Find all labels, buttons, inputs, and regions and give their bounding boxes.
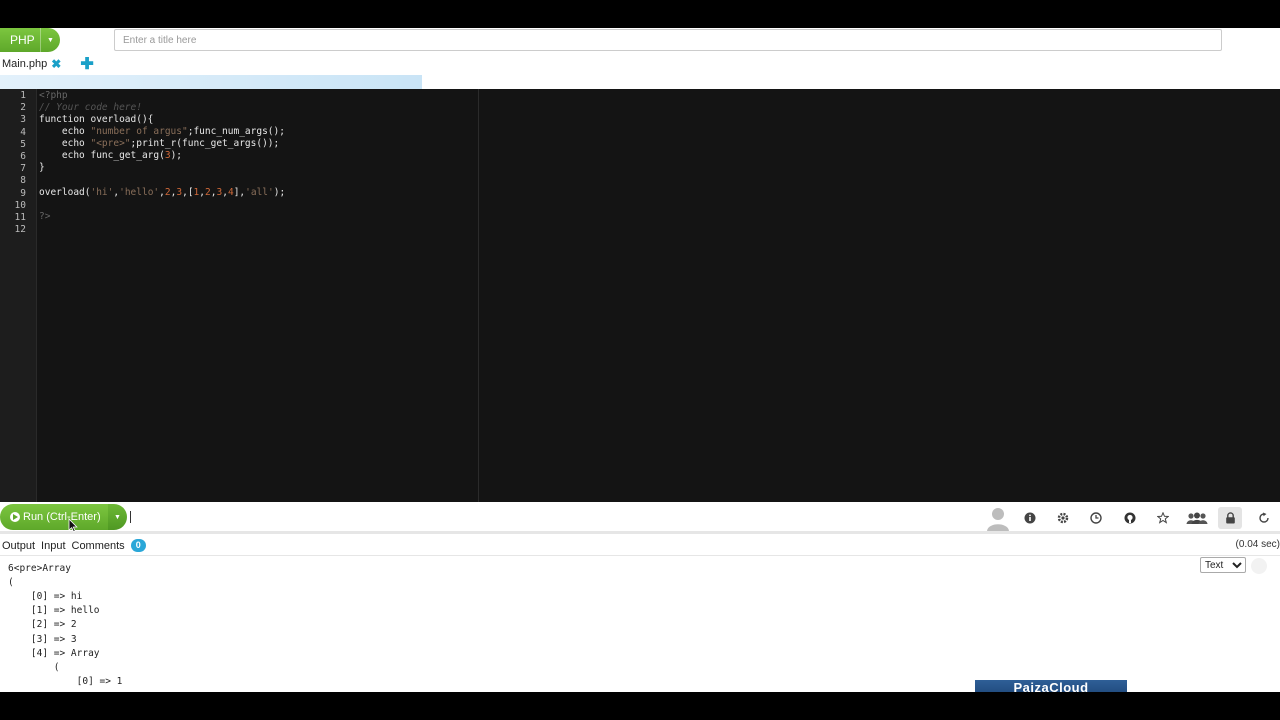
code-editor[interactable]: 1 2 3 4 5 6 7 8 9 10 11 12 <?php // Your code here!… (0, 89, 1280, 502)
star-icon[interactable] (1151, 507, 1175, 529)
file-tabs: Main.php ✖ ✚ (0, 55, 94, 73)
line-number: 11 (14, 212, 26, 223)
comments-count-badge: 0 (130, 539, 146, 552)
text-cursor (130, 511, 131, 523)
info-icon[interactable] (1018, 507, 1042, 529)
mouse-pointer-icon (68, 518, 78, 533)
output-line: ( (8, 662, 60, 673)
tab-output[interactable]: Output (2, 540, 35, 552)
language-select-button[interactable]: PHP ▼ (0, 28, 60, 52)
top-bar: PHP ▼ Main.php ✖ ✚ (0, 28, 1280, 75)
close-icon[interactable]: ✖ (51, 57, 61, 71)
users-icon[interactable] (1185, 507, 1209, 529)
code-line-9: overload('hi','hello',2,3,[1,2,3,4],'all… (39, 187, 286, 198)
github-icon[interactable] (1118, 507, 1142, 529)
line-number: 9 (20, 187, 26, 199)
output-line: [3] => 3 (8, 634, 77, 645)
line-number: 8 (20, 175, 26, 187)
tab-input[interactable]: Input (41, 540, 65, 552)
output-format-select[interactable]: Text (1200, 557, 1246, 573)
tab-main-php[interactable]: Main.php ✖ (0, 57, 61, 71)
code-line-4: echo "number of argus";func_num_args(); (39, 126, 285, 137)
run-button[interactable]: Run (Ctrl-Enter) (0, 504, 108, 530)
logo-text: PaizaCloud (1013, 680, 1089, 692)
clock-icon[interactable] (1084, 507, 1108, 529)
chevron-down-icon: ▼ (114, 513, 121, 521)
line-number: 5 (20, 138, 26, 150)
code-line-3: function overload(){ (39, 114, 154, 125)
print-margin (478, 89, 479, 502)
output-line: [0] => hi (8, 591, 83, 602)
output-line: [2] => 2 (8, 619, 77, 630)
add-file-icon[interactable]: ✚ (80, 54, 93, 74)
output-tabs: Output Input Comments 0 (0, 536, 1280, 556)
code-line-2: // Your code here! (39, 102, 142, 113)
paiza-io-window: PHP ▼ Main.php ✖ ✚ 123456789101112 <?php… (0, 28, 1280, 692)
execution-time: (0.04 sec) (1235, 539, 1280, 550)
output-line: [4] => Array (8, 648, 100, 659)
code-line-5: echo "<pre>";print_r(func_get_args()); (39, 138, 280, 149)
loading-bar-fill (0, 75, 423, 89)
code-line-6: echo func_get_arg(3); (39, 150, 183, 161)
language-label: PHP (10, 33, 35, 47)
output-line: [1] => hello (8, 605, 100, 616)
line-number: 6 (20, 151, 26, 162)
run-options-button[interactable]: ▼ (108, 504, 127, 530)
line-number-gutter: 1 2 3 4 5 6 7 8 9 10 11 12 (0, 89, 37, 502)
line-number: 2 (20, 102, 26, 114)
chevron-down-icon: ▼ (40, 28, 54, 52)
line-number: 10 (14, 199, 26, 211)
output-line: ( (8, 577, 14, 588)
line-number: 12 (14, 224, 26, 236)
code-line-7: } (39, 162, 45, 173)
run-button-label: Run (Ctrl-Enter) (23, 511, 101, 523)
tab-label: Main.php (2, 58, 48, 70)
output-options-button[interactable] (1251, 558, 1267, 574)
output-line: 6<pre>Array (8, 563, 71, 574)
output-line: [0] => 1 (8, 676, 123, 687)
line-number: 7 (20, 163, 26, 175)
line-number: 4 (20, 126, 26, 138)
lock-icon[interactable] (1218, 507, 1242, 529)
line-number: 1 (20, 90, 26, 101)
loading-bar (0, 75, 1280, 89)
code-line-11: ?> (39, 211, 51, 222)
paizacloud-logo[interactable]: PaizaCloud (975, 680, 1127, 692)
user-avatar-icon[interactable] (986, 505, 1010, 531)
play-icon (10, 512, 20, 522)
share-icon[interactable] (1252, 507, 1276, 529)
title-input[interactable] (114, 29, 1222, 51)
line-number: 3 (20, 114, 26, 126)
code-line-1: <?php (39, 90, 68, 101)
gear-icon[interactable] (1051, 507, 1075, 529)
run-toolbar: Run (Ctrl-Enter) ▼ (0, 502, 1280, 534)
tab-comments[interactable]: Comments (72, 540, 125, 552)
